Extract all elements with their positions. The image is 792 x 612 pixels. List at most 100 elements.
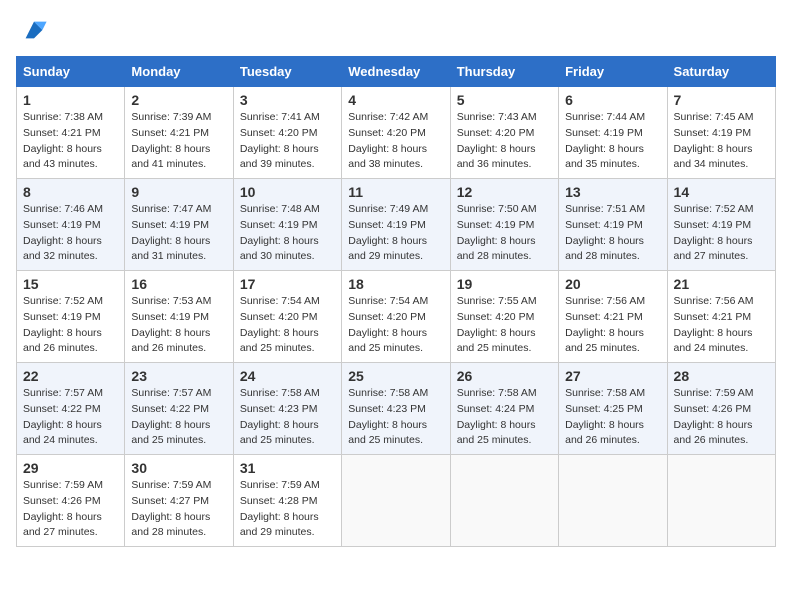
calendar-cell: 29 Sunrise: 7:59 AM Sunset: 4:26 PM Dayl… (17, 455, 125, 547)
calendar-cell: 11 Sunrise: 7:49 AM Sunset: 4:19 PM Dayl… (342, 179, 450, 271)
day-number: 16 (131, 276, 226, 292)
day-info: Sunrise: 7:42 AM Sunset: 4:20 PM Dayligh… (348, 110, 443, 173)
day-number: 31 (240, 460, 335, 476)
day-number: 11 (348, 184, 443, 200)
day-info: Sunrise: 7:51 AM Sunset: 4:19 PM Dayligh… (565, 202, 660, 265)
calendar-cell: 28 Sunrise: 7:59 AM Sunset: 4:26 PM Dayl… (667, 363, 775, 455)
calendar-cell (450, 455, 558, 547)
weekday-header: Thursday (450, 57, 558, 87)
day-number: 5 (457, 92, 552, 108)
day-info: Sunrise: 7:58 AM Sunset: 4:25 PM Dayligh… (565, 386, 660, 449)
calendar-cell: 1 Sunrise: 7:38 AM Sunset: 4:21 PM Dayli… (17, 87, 125, 179)
day-number: 26 (457, 368, 552, 384)
page-header (16, 16, 776, 44)
day-number: 1 (23, 92, 118, 108)
weekday-header: Sunday (17, 57, 125, 87)
day-info: Sunrise: 7:56 AM Sunset: 4:21 PM Dayligh… (565, 294, 660, 357)
day-number: 23 (131, 368, 226, 384)
day-info: Sunrise: 7:50 AM Sunset: 4:19 PM Dayligh… (457, 202, 552, 265)
day-number: 18 (348, 276, 443, 292)
calendar-cell: 12 Sunrise: 7:50 AM Sunset: 4:19 PM Dayl… (450, 179, 558, 271)
logo-icon (20, 16, 48, 44)
calendar-week-row: 15 Sunrise: 7:52 AM Sunset: 4:19 PM Dayl… (17, 271, 776, 363)
day-info: Sunrise: 7:48 AM Sunset: 4:19 PM Dayligh… (240, 202, 335, 265)
calendar-week-row: 1 Sunrise: 7:38 AM Sunset: 4:21 PM Dayli… (17, 87, 776, 179)
day-number: 7 (674, 92, 769, 108)
calendar-cell: 27 Sunrise: 7:58 AM Sunset: 4:25 PM Dayl… (559, 363, 667, 455)
day-number: 4 (348, 92, 443, 108)
calendar-cell: 13 Sunrise: 7:51 AM Sunset: 4:19 PM Dayl… (559, 179, 667, 271)
calendar-cell: 10 Sunrise: 7:48 AM Sunset: 4:19 PM Dayl… (233, 179, 341, 271)
day-info: Sunrise: 7:49 AM Sunset: 4:19 PM Dayligh… (348, 202, 443, 265)
day-info: Sunrise: 7:59 AM Sunset: 4:26 PM Dayligh… (674, 386, 769, 449)
day-number: 22 (23, 368, 118, 384)
day-info: Sunrise: 7:53 AM Sunset: 4:19 PM Dayligh… (131, 294, 226, 357)
calendar-cell: 7 Sunrise: 7:45 AM Sunset: 4:19 PM Dayli… (667, 87, 775, 179)
calendar-week-row: 8 Sunrise: 7:46 AM Sunset: 4:19 PM Dayli… (17, 179, 776, 271)
day-number: 2 (131, 92, 226, 108)
calendar-cell: 24 Sunrise: 7:58 AM Sunset: 4:23 PM Dayl… (233, 363, 341, 455)
day-number: 30 (131, 460, 226, 476)
calendar-cell: 15 Sunrise: 7:52 AM Sunset: 4:19 PM Dayl… (17, 271, 125, 363)
day-info: Sunrise: 7:38 AM Sunset: 4:21 PM Dayligh… (23, 110, 118, 173)
calendar-cell: 16 Sunrise: 7:53 AM Sunset: 4:19 PM Dayl… (125, 271, 233, 363)
calendar-cell: 30 Sunrise: 7:59 AM Sunset: 4:27 PM Dayl… (125, 455, 233, 547)
day-info: Sunrise: 7:44 AM Sunset: 4:19 PM Dayligh… (565, 110, 660, 173)
day-info: Sunrise: 7:54 AM Sunset: 4:20 PM Dayligh… (240, 294, 335, 357)
day-number: 21 (674, 276, 769, 292)
calendar-cell: 22 Sunrise: 7:57 AM Sunset: 4:22 PM Dayl… (17, 363, 125, 455)
day-info: Sunrise: 7:58 AM Sunset: 4:24 PM Dayligh… (457, 386, 552, 449)
day-info: Sunrise: 7:57 AM Sunset: 4:22 PM Dayligh… (23, 386, 118, 449)
calendar-cell: 2 Sunrise: 7:39 AM Sunset: 4:21 PM Dayli… (125, 87, 233, 179)
calendar-cell: 20 Sunrise: 7:56 AM Sunset: 4:21 PM Dayl… (559, 271, 667, 363)
calendar-cell: 3 Sunrise: 7:41 AM Sunset: 4:20 PM Dayli… (233, 87, 341, 179)
calendar-cell (667, 455, 775, 547)
calendar-cell: 26 Sunrise: 7:58 AM Sunset: 4:24 PM Dayl… (450, 363, 558, 455)
day-number: 3 (240, 92, 335, 108)
calendar-header-row: SundayMondayTuesdayWednesdayThursdayFrid… (17, 57, 776, 87)
day-info: Sunrise: 7:52 AM Sunset: 4:19 PM Dayligh… (674, 202, 769, 265)
weekday-header: Wednesday (342, 57, 450, 87)
day-number: 20 (565, 276, 660, 292)
day-number: 14 (674, 184, 769, 200)
calendar-cell (342, 455, 450, 547)
day-number: 27 (565, 368, 660, 384)
calendar-cell: 31 Sunrise: 7:59 AM Sunset: 4:28 PM Dayl… (233, 455, 341, 547)
day-number: 17 (240, 276, 335, 292)
day-info: Sunrise: 7:47 AM Sunset: 4:19 PM Dayligh… (131, 202, 226, 265)
day-info: Sunrise: 7:52 AM Sunset: 4:19 PM Dayligh… (23, 294, 118, 357)
calendar-week-row: 29 Sunrise: 7:59 AM Sunset: 4:26 PM Dayl… (17, 455, 776, 547)
calendar-cell: 23 Sunrise: 7:57 AM Sunset: 4:22 PM Dayl… (125, 363, 233, 455)
calendar-table: SundayMondayTuesdayWednesdayThursdayFrid… (16, 56, 776, 547)
day-number: 8 (23, 184, 118, 200)
day-info: Sunrise: 7:59 AM Sunset: 4:26 PM Dayligh… (23, 478, 118, 541)
day-info: Sunrise: 7:46 AM Sunset: 4:19 PM Dayligh… (23, 202, 118, 265)
weekday-header: Tuesday (233, 57, 341, 87)
day-info: Sunrise: 7:56 AM Sunset: 4:21 PM Dayligh… (674, 294, 769, 357)
calendar-cell: 5 Sunrise: 7:43 AM Sunset: 4:20 PM Dayli… (450, 87, 558, 179)
day-info: Sunrise: 7:45 AM Sunset: 4:19 PM Dayligh… (674, 110, 769, 173)
calendar-cell: 6 Sunrise: 7:44 AM Sunset: 4:19 PM Dayli… (559, 87, 667, 179)
calendar-cell: 21 Sunrise: 7:56 AM Sunset: 4:21 PM Dayl… (667, 271, 775, 363)
day-number: 10 (240, 184, 335, 200)
calendar-week-row: 22 Sunrise: 7:57 AM Sunset: 4:22 PM Dayl… (17, 363, 776, 455)
weekday-header: Friday (559, 57, 667, 87)
weekday-header: Monday (125, 57, 233, 87)
calendar-cell: 17 Sunrise: 7:54 AM Sunset: 4:20 PM Dayl… (233, 271, 341, 363)
day-info: Sunrise: 7:41 AM Sunset: 4:20 PM Dayligh… (240, 110, 335, 173)
day-number: 12 (457, 184, 552, 200)
calendar-cell: 9 Sunrise: 7:47 AM Sunset: 4:19 PM Dayli… (125, 179, 233, 271)
day-info: Sunrise: 7:43 AM Sunset: 4:20 PM Dayligh… (457, 110, 552, 173)
day-info: Sunrise: 7:54 AM Sunset: 4:20 PM Dayligh… (348, 294, 443, 357)
day-info: Sunrise: 7:55 AM Sunset: 4:20 PM Dayligh… (457, 294, 552, 357)
day-number: 13 (565, 184, 660, 200)
day-info: Sunrise: 7:59 AM Sunset: 4:28 PM Dayligh… (240, 478, 335, 541)
day-number: 9 (131, 184, 226, 200)
logo (16, 16, 48, 44)
day-info: Sunrise: 7:57 AM Sunset: 4:22 PM Dayligh… (131, 386, 226, 449)
calendar-cell (559, 455, 667, 547)
calendar-cell: 4 Sunrise: 7:42 AM Sunset: 4:20 PM Dayli… (342, 87, 450, 179)
day-number: 6 (565, 92, 660, 108)
calendar-cell: 25 Sunrise: 7:58 AM Sunset: 4:23 PM Dayl… (342, 363, 450, 455)
day-info: Sunrise: 7:58 AM Sunset: 4:23 PM Dayligh… (240, 386, 335, 449)
